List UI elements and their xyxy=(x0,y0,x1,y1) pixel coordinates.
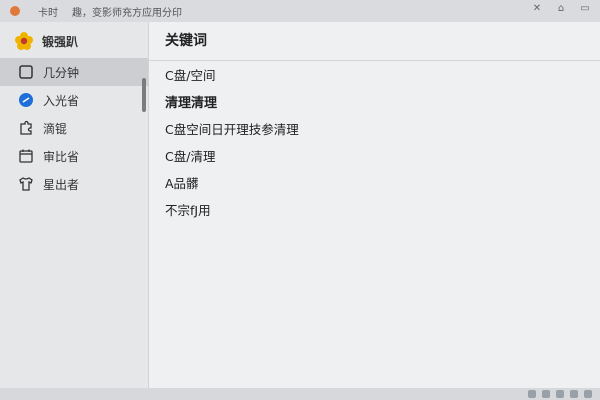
calendar-icon xyxy=(18,148,34,164)
sidebar-item-1[interactable]: 几分钟 xyxy=(0,58,148,86)
maximize-icon[interactable]: ⌂ xyxy=(554,3,568,14)
title-bar: 卡时 趣，变影师充方应用分印 ✕ ⌂ ▭ xyxy=(0,0,600,22)
list-item[interactable]: A品髒 xyxy=(165,169,600,196)
tray-icon[interactable] xyxy=(584,390,592,398)
list-item[interactable]: C盘空间日开理技参清理 xyxy=(165,115,600,142)
sidebar-item-4[interactable]: 审比省 xyxy=(0,142,148,170)
app-window: 锻强趴 几分钟 入光省 滴锟 审比省 星出者 关键词 C盘/空间 清理清理 C盘… xyxy=(0,22,600,388)
minimize-icon[interactable]: ✕ xyxy=(530,3,544,14)
sidebar-item-label: 审比省 xyxy=(43,149,80,164)
shirt-icon xyxy=(18,176,34,192)
sidebar-nav: 几分钟 入光省 滴锟 审比省 星出者 xyxy=(0,58,148,198)
page-title: 关键词 xyxy=(165,33,207,49)
sidebar-item-label: 滴锟 xyxy=(43,121,68,136)
taskbar xyxy=(0,388,600,400)
circle-arrow-icon xyxy=(18,92,34,108)
sidebar-item-label: 几分钟 xyxy=(43,65,80,80)
brand-name: 锻强趴 xyxy=(42,34,79,49)
tray-icon[interactable] xyxy=(542,390,550,398)
close-icon[interactable]: ▭ xyxy=(578,3,592,14)
sidebar-item-label: 入光省 xyxy=(43,93,80,108)
window-title: 趣，变影师充方应用分印 xyxy=(72,7,182,19)
sidebar-item-5[interactable]: 星出者 xyxy=(0,170,148,198)
brand: 锻强趴 xyxy=(0,26,148,56)
title-left: 卡时 xyxy=(38,7,58,19)
puzzle-icon xyxy=(18,120,34,136)
list-item[interactable]: 清理清理 xyxy=(165,88,600,115)
tray-icon[interactable] xyxy=(570,390,578,398)
list-item[interactable]: C盘/清理 xyxy=(165,142,600,169)
flower-logo-icon xyxy=(14,31,34,51)
app-status-dot-icon xyxy=(10,6,20,16)
tray-icon[interactable] xyxy=(556,390,564,398)
sidebar-item-2[interactable]: 入光省 xyxy=(0,86,148,114)
sidebar-scrollbar[interactable] xyxy=(142,78,146,112)
list-item[interactable]: C盘/空间 xyxy=(165,61,600,88)
sidebar-item-label: 星出者 xyxy=(43,177,80,192)
main-panel: 关键词 C盘/空间 清理清理 C盘空间日开理技参清理 C盘/清理 A品髒 不宗f… xyxy=(149,22,600,388)
sidebar-item-3[interactable]: 滴锟 xyxy=(0,114,148,142)
tray-icon[interactable] xyxy=(528,390,536,398)
window-icon xyxy=(18,64,34,80)
list-item[interactable]: 不宗fJ用 xyxy=(165,196,600,223)
sidebar: 锻强趴 几分钟 入光省 滴锟 审比省 星出者 xyxy=(0,22,149,388)
